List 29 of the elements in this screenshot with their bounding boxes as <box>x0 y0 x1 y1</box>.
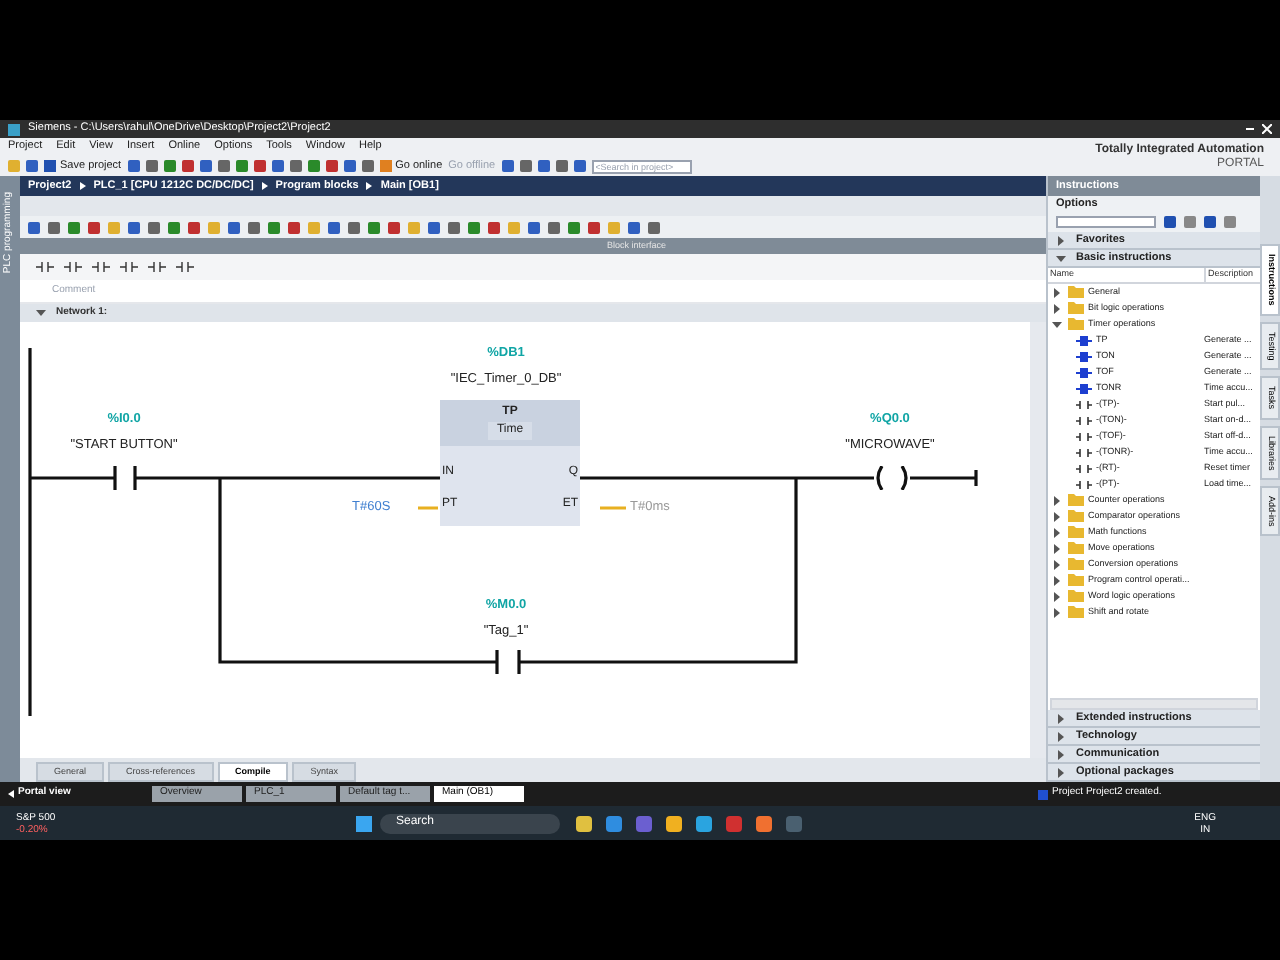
horizontal-scrollbar[interactable] <box>1050 698 1258 710</box>
contact-icon <box>112 466 138 490</box>
chevron-icon <box>79 182 86 190</box>
expanded-arrow-icon[interactable] <box>1052 319 1064 329</box>
ladder-element-icon[interactable] <box>148 262 166 272</box>
close-icon[interactable] <box>1262 124 1272 134</box>
back-arrow-icon <box>8 790 14 798</box>
go-online-icon <box>379 160 392 172</box>
collapsed-arrow-icon[interactable] <box>1056 235 1068 245</box>
expanded-arrow-icon[interactable] <box>1056 253 1068 263</box>
contact-icon <box>494 650 522 674</box>
app-icon <box>8 123 20 135</box>
check-icon <box>1038 789 1048 799</box>
chevron-icon <box>366 182 373 190</box>
box-instruction-icon <box>1076 367 1092 377</box>
box-instruction-icon <box>1076 351 1092 361</box>
coil-icon <box>872 466 912 490</box>
ladder-element-icon[interactable] <box>176 262 194 272</box>
box-instruction-icon <box>1076 383 1092 393</box>
expanded-arrow-icon[interactable] <box>36 308 48 318</box>
box-instruction-icon <box>1076 335 1092 345</box>
save-icon <box>44 160 56 172</box>
ladder-element-icon[interactable] <box>120 262 138 272</box>
windows-start-icon[interactable] <box>356 815 372 831</box>
ladder-element-icon[interactable] <box>36 262 54 272</box>
ladder-element-icon[interactable] <box>64 262 82 272</box>
ladder-element-icon[interactable] <box>92 262 110 272</box>
chevron-icon <box>261 182 268 190</box>
filter-field[interactable] <box>1056 216 1156 228</box>
